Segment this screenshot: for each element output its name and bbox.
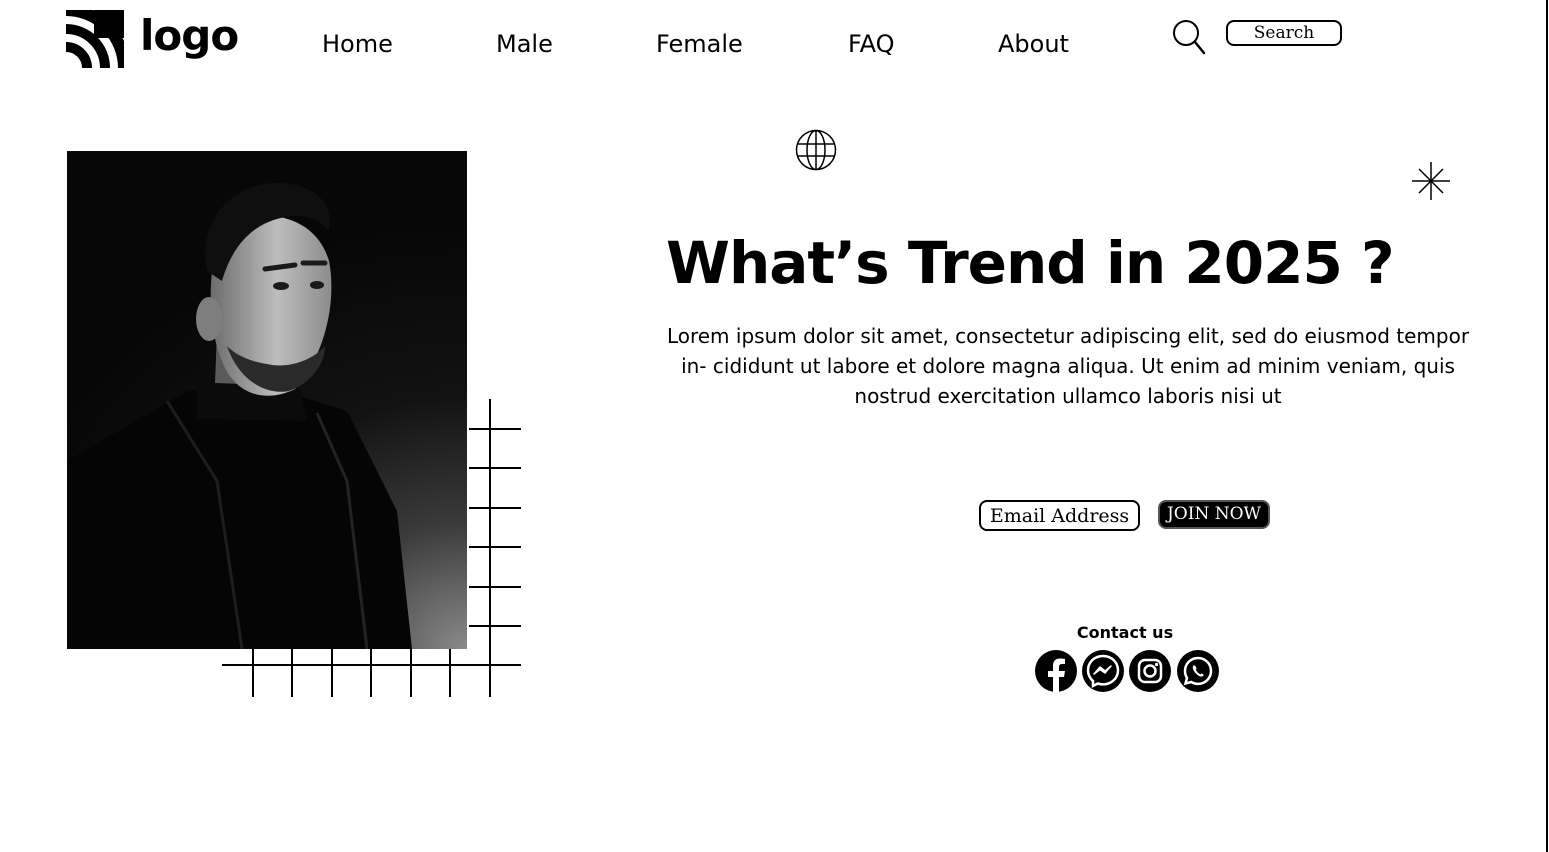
sparkle-icon [1412,162,1450,200]
whatsapp-icon[interactable] [1177,650,1219,692]
join-now-button[interactable]: JOIN NOW [1158,500,1270,529]
globe-icon [795,129,837,171]
contact-title: Contact us [1076,623,1174,642]
nav-about[interactable]: About [998,30,1069,58]
page-border [1546,0,1548,852]
search-input[interactable] [1226,20,1342,46]
email-field[interactable] [979,500,1140,531]
nav-female[interactable]: Female [656,30,743,58]
hero-body-text: Lorem ipsum dolor sit amet, consectetur … [666,324,1470,408]
nav-faq[interactable]: FAQ [848,30,895,58]
instagram-icon[interactable] [1129,650,1171,692]
search-icon[interactable] [1172,19,1206,55]
facebook-icon[interactable] [1035,650,1077,692]
grid-decoration [222,399,521,697]
hero-headline: What’s Trend in 2025 ? [666,229,1395,297]
messenger-icon[interactable] [1082,650,1124,692]
